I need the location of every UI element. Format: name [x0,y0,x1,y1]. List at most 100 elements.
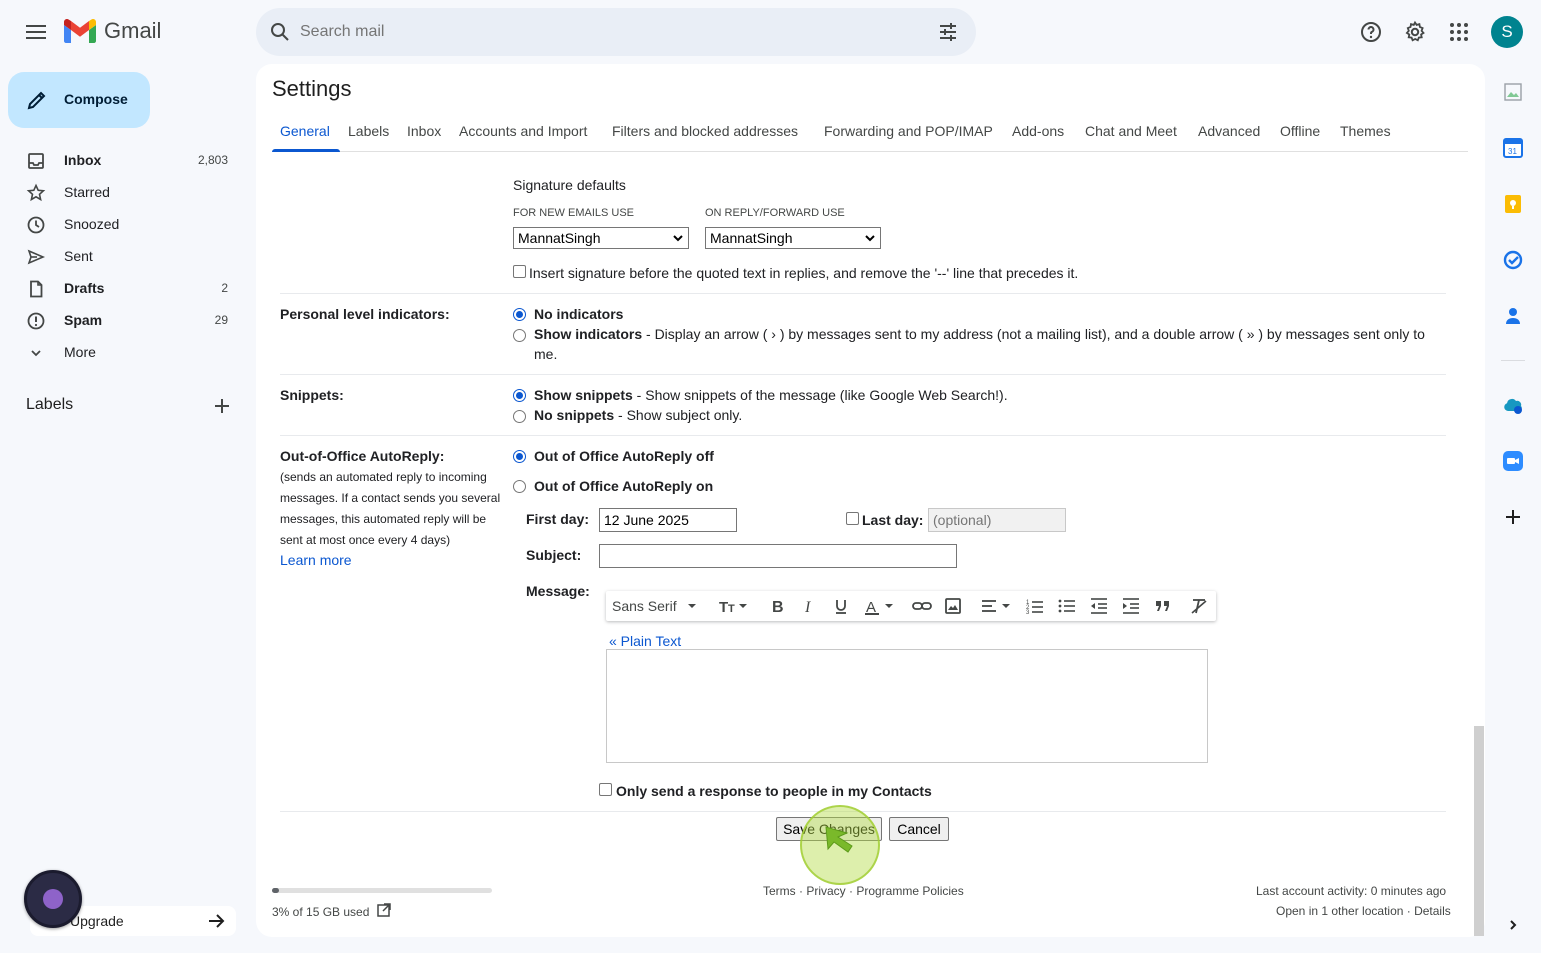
last-day-input[interactable]: (optional) [928,508,1066,532]
account-avatar[interactable]: S [1491,16,1523,48]
tab-filters[interactable]: Filters and blocked addresses [612,123,798,139]
first-day-value: 12 June 2025 [604,512,689,528]
no-indicators-radio[interactable] [513,308,526,321]
search-input[interactable] [300,20,900,44]
remove-formatting-button[interactable] [1190,597,1208,615]
snippets-label: Snippets: [280,387,344,403]
contacts-only-checkbox[interactable] [599,783,612,796]
message-editor[interactable] [606,649,1208,763]
calendar-button[interactable]: 31 [1501,136,1525,160]
compose-button[interactable]: Compose [8,72,150,128]
text-color-button[interactable]: A [864,597,896,615]
link-button[interactable] [912,597,932,615]
apps-button[interactable] [1443,16,1475,48]
get-addons-button[interactable] [1501,505,1525,529]
search-bar[interactable] [256,8,976,56]
storage-text: 3% of 15 GB used [272,905,370,919]
sidebar-item-snoozed[interactable]: Snoozed [0,208,248,240]
bulleted-list-button[interactable] [1058,597,1076,615]
indent-less-button[interactable] [1090,597,1108,615]
new-emails-signature-select[interactable]: MannatSingh [513,227,689,249]
image-button[interactable] [944,597,962,615]
svg-text:31: 31 [1508,147,1517,156]
tab-themes[interactable]: Themes [1340,123,1391,139]
keep-icon [1505,195,1521,213]
assistant-bubble[interactable] [24,870,82,928]
tasks-button[interactable] [1501,248,1525,272]
ooo-off-radio[interactable] [513,450,526,463]
learn-more-link[interactable]: Learn more [280,552,352,568]
main-menu-button[interactable] [18,14,54,50]
remove-formatting-icon [1191,599,1207,614]
active-tab-indicator [272,149,340,152]
inbox-icon [28,153,44,169]
tab-general[interactable]: General [280,123,330,139]
chevron-down-icon [865,235,875,242]
last-day-checkbox[interactable] [846,512,859,525]
tab-chat-and-meet[interactable]: Chat and Meet [1085,123,1177,139]
reply-forward-signature-select[interactable]: MannatSingh [705,227,881,249]
sidebar-item-drafts[interactable]: Drafts 2 [0,272,248,304]
search-options-icon[interactable] [936,20,960,44]
message-label: Message: [526,583,590,599]
quote-button[interactable] [1154,597,1172,615]
no-snippets-radio[interactable] [513,410,526,423]
settings-button[interactable] [1399,16,1431,48]
tab-forwarding[interactable]: Forwarding and POP/IMAP [824,123,993,139]
italic-icon: I [804,599,811,615]
numbered-list-button[interactable]: 123 [1026,597,1044,615]
spam-count: 29 [214,313,228,327]
salesforce-addon-button[interactable] [1501,393,1525,417]
first-day-input[interactable]: 12 June 2025 [599,508,737,532]
help-button[interactable] [1355,16,1387,48]
sidebar-item-inbox[interactable]: Inbox 2,803 [0,144,248,176]
labels-heading: Labels [26,396,74,413]
open-external-icon[interactable] [376,902,392,918]
search-icon[interactable] [268,20,292,44]
activity-details-link[interactable]: Open in 1 other location · Details [1276,904,1451,918]
svg-text:T: T [719,599,728,615]
plus-icon [1506,510,1520,524]
font-select[interactable]: Sans Serif [612,597,699,615]
section-divider [280,293,1446,294]
underline-button[interactable] [832,597,850,615]
tab-labels[interactable]: Labels [348,123,389,139]
show-indicators-radio[interactable] [513,329,526,342]
insert-signature-checkbox[interactable] [513,265,526,278]
tab-advanced[interactable]: Advanced [1198,123,1260,139]
ooo-note-line: sent at most once every 4 days) [280,533,451,547]
no-snippets-title: No snippets [534,407,615,423]
plain-text-link[interactable]: « Plain Text [609,633,681,649]
tab-accounts-and-import[interactable]: Accounts and Import [459,123,587,139]
bold-button[interactable]: B [768,597,786,615]
align-button[interactable] [980,597,1014,615]
contacts-button[interactable] [1501,304,1525,328]
scrollbar-thumb[interactable] [1474,726,1484,936]
gear-icon [1405,20,1425,42]
footer-links[interactable]: Terms · Privacy · Programme Policies [763,884,964,898]
font-size-button[interactable]: TT [718,597,750,615]
tab-add-ons[interactable]: Add-ons [1012,123,1064,139]
sidebar-item-sent[interactable]: Sent [0,240,248,272]
zoom-addon-button[interactable] [1501,449,1525,473]
tab-offline[interactable]: Offline [1280,123,1320,139]
subject-input[interactable] [599,544,957,568]
expand-panel-button[interactable] [1501,913,1525,937]
chevron-right-icon [1510,920,1517,930]
sidebar-item-starred[interactable]: Starred [0,176,248,208]
cancel-button[interactable]: Cancel [889,817,949,841]
rail-app-icon[interactable] [1501,80,1525,104]
ooo-on-radio[interactable] [513,480,526,493]
indent-more-button[interactable] [1122,597,1140,615]
tab-inbox[interactable]: Inbox [407,123,441,139]
gmail-logo[interactable]: Gmail [64,18,161,44]
add-label-icon[interactable] [210,394,234,418]
italic-button[interactable]: I [800,597,818,615]
sidebar-item-label: Spam [64,312,103,328]
sidebar-item-spam[interactable]: Spam 29 [0,304,248,336]
keep-button[interactable] [1501,192,1525,216]
ooo-note-line: (sends an automated reply to incoming [280,470,487,484]
sidebar-item-more[interactable]: More [0,336,248,368]
chevron-down-icon [31,350,41,357]
show-snippets-radio[interactable] [513,389,526,402]
